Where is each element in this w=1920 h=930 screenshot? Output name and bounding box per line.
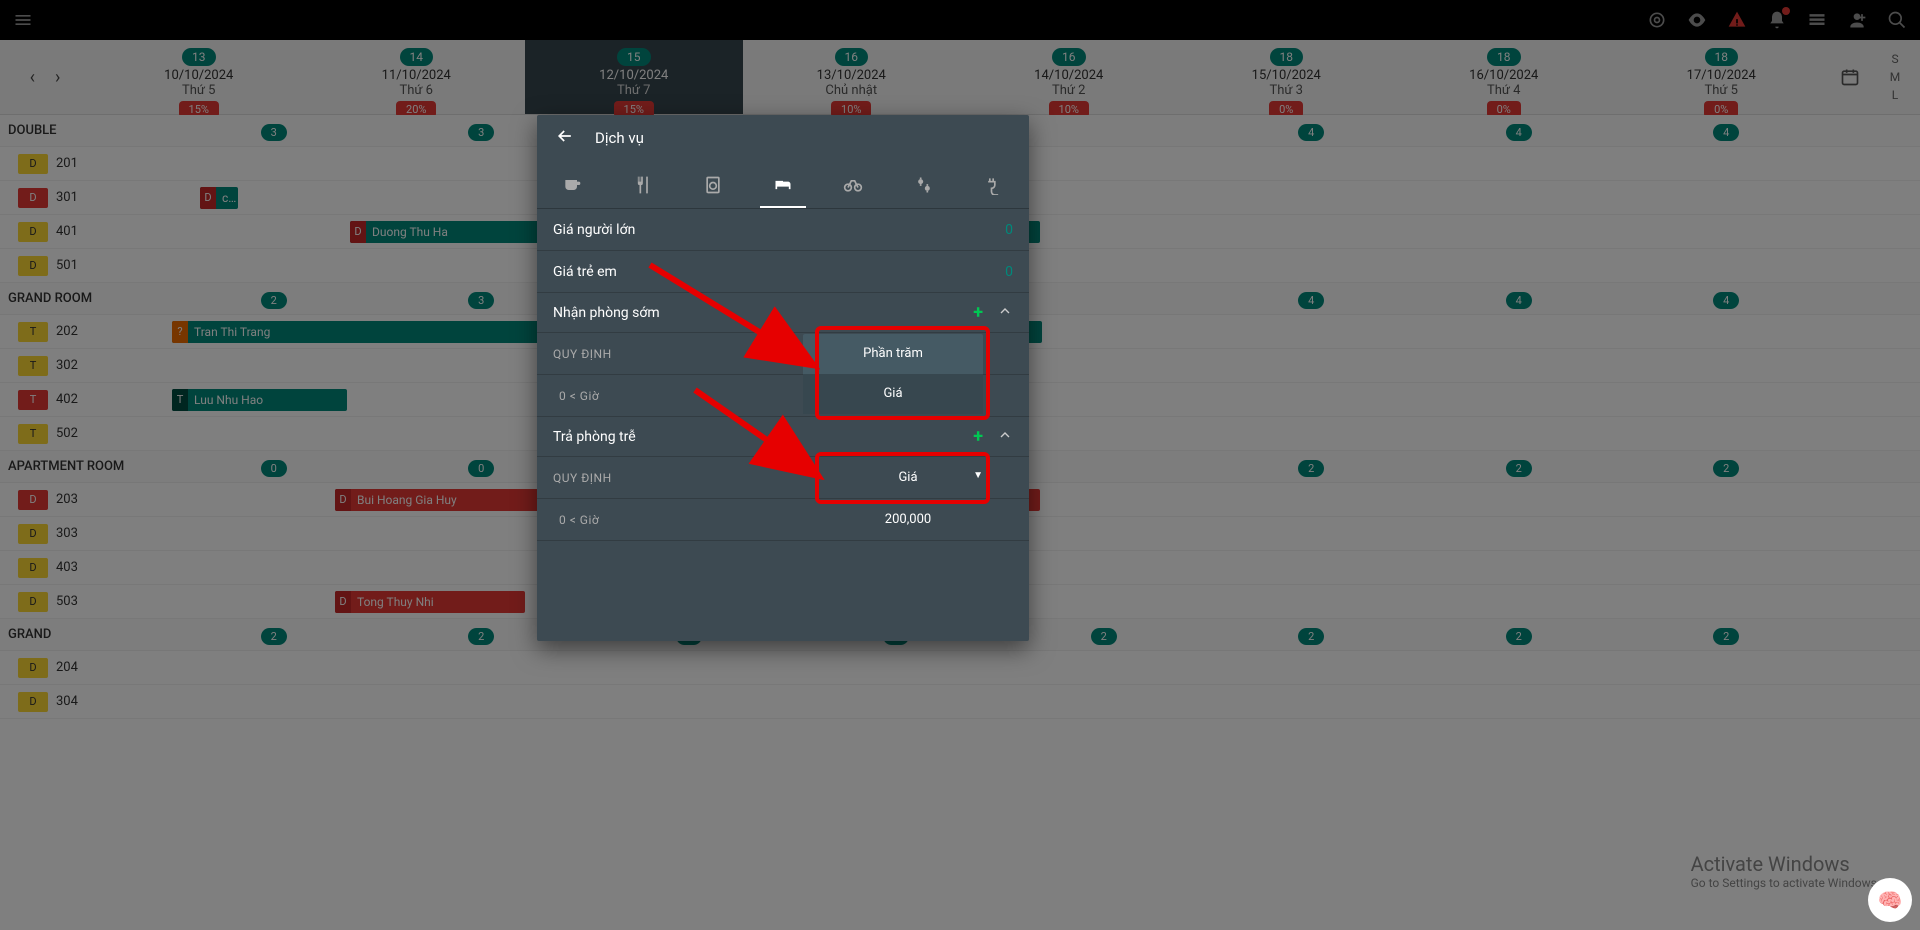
early-checkin-section: Nhận phòng sớm + <box>537 293 1029 333</box>
late-hour-row: 0 < Giờ 200,000 <box>537 499 1029 541</box>
modal-title: Dịch vụ <box>595 129 644 147</box>
tab-laundry[interactable] <box>678 161 748 208</box>
price-adult-value[interactable]: 0 <box>1005 222 1013 238</box>
tab-bike[interactable] <box>818 161 888 208</box>
late-value[interactable]: 200,000 <box>803 512 1013 527</box>
assistant-button[interactable]: 🧠 <box>1868 878 1912 922</box>
tab-settings[interactable] <box>888 161 958 208</box>
price-child-row: Giá trẻ em 0 <box>537 251 1029 293</box>
add-icon[interactable]: + <box>973 302 983 323</box>
price-child-value[interactable]: 0 <box>1005 264 1013 280</box>
service-modal: Dịch vụ Giá người lớn 0 Giá trẻ em 0 Nhậ… <box>537 115 1029 641</box>
late-rule-dropdown[interactable]: Giá ▼ <box>803 470 1013 485</box>
modal-tabs <box>537 161 1029 209</box>
price-adult-row: Giá người lớn 0 <box>537 209 1029 251</box>
dropdown-item-percent[interactable]: Phần trăm <box>803 334 983 374</box>
back-icon[interactable] <box>555 126 575 150</box>
chevron-up-icon[interactable] <box>997 427 1013 447</box>
late-checkout-section: Trả phòng trễ + <box>537 417 1029 457</box>
tab-food[interactable] <box>607 161 677 208</box>
add-icon[interactable]: + <box>973 426 983 447</box>
dropdown-menu: Phần trăm Giá <box>803 334 983 414</box>
dropdown-item-price[interactable]: Giá <box>803 374 983 414</box>
tab-power[interactable] <box>959 161 1029 208</box>
early-rule-row: QUY ĐỊNH Phần trăm Giá <box>537 333 1029 375</box>
tab-coffee[interactable] <box>537 161 607 208</box>
late-rule-row: QUY ĐỊNH Giá ▼ <box>537 457 1029 499</box>
tab-room[interactable] <box>748 161 818 208</box>
chevron-up-icon[interactable] <box>997 303 1013 323</box>
